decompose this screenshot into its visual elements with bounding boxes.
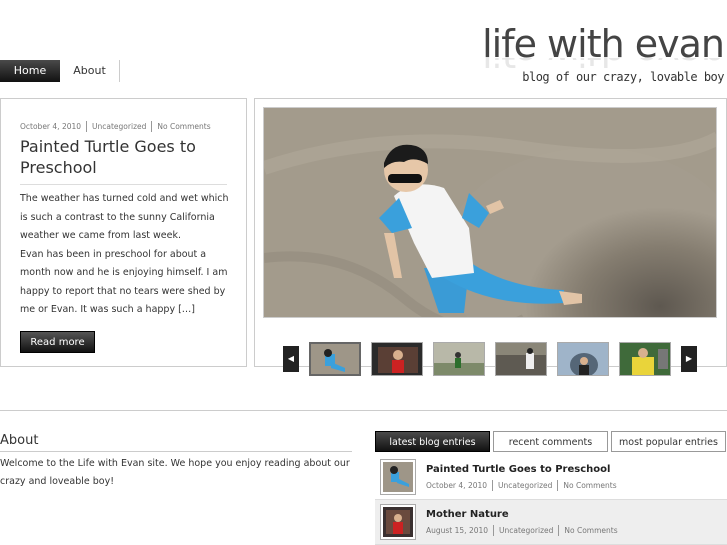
beach-photo	[264, 108, 716, 317]
entry-title-link[interactable]: Painted Turtle Goes to Preschool	[426, 464, 617, 475]
slider-main-photo[interactable]	[263, 107, 717, 318]
main-nav: Home About	[0, 60, 120, 82]
slider-next-arrow-icon[interactable]: ▶	[681, 346, 697, 372]
entry-thumbnail[interactable]	[380, 504, 416, 540]
meta-divider	[86, 121, 88, 132]
entry-category-link[interactable]: Uncategorized	[498, 481, 552, 490]
slider-thumbnail[interactable]	[371, 342, 423, 376]
about-heading: About	[0, 433, 352, 452]
slider-thumbnail[interactable]	[619, 342, 671, 376]
tab-latest-blog-entries[interactable]: latest blog entries	[375, 431, 490, 452]
entry-category-link[interactable]: Uncategorized	[499, 526, 553, 535]
entry-thumbnail[interactable]	[380, 459, 416, 495]
tab-most-popular-entries[interactable]: most popular entries	[611, 431, 726, 452]
entry-meta: August 15, 2010 Uncategorized No Comment…	[426, 524, 618, 536]
meta-divider	[558, 524, 560, 536]
entry-date: August 15, 2010	[426, 525, 489, 535]
read-more-button[interactable]: Read more	[20, 330, 95, 353]
post-comments-link[interactable]: No Comments	[157, 122, 210, 131]
photo-slider: ◀ ▶	[254, 98, 727, 376]
nav-item-about[interactable]: About	[60, 60, 120, 82]
section-divider	[0, 410, 727, 411]
slider-thumbnail[interactable]	[557, 342, 609, 376]
meta-divider	[151, 121, 153, 132]
site-logo[interactable]: life with evan life with evan blog of ou…	[482, 22, 725, 84]
featured-post: October 4, 2010 Uncategorized No Comment…	[0, 98, 247, 367]
entries-list: Painted Turtle Goes to Preschool October…	[375, 455, 727, 545]
entry-comments-link[interactable]: No Comments	[564, 526, 617, 535]
entry-meta: October 4, 2010 Uncategorized No Comment…	[426, 479, 617, 491]
meta-divider	[493, 524, 495, 536]
post-meta: October 4, 2010 Uncategorized No Comment…	[20, 121, 226, 132]
about-text: Welcome to the Life with Evan site. We h…	[0, 458, 350, 487]
entry-comments-link[interactable]: No Comments	[563, 481, 616, 490]
slider-thumbnail[interactable]	[495, 342, 547, 376]
list-item[interactable]: Painted Turtle Goes to Preschool October…	[375, 455, 727, 500]
entry-title-link[interactable]: Mother Nature	[426, 509, 618, 520]
post-category-link[interactable]: Uncategorized	[92, 122, 146, 131]
slider-prev-arrow-icon[interactable]: ◀	[283, 346, 299, 372]
thumbnail-strip: ◀ ▶	[283, 342, 697, 376]
site-title-reflection: life with evan	[482, 58, 724, 74]
slider-thumbnail[interactable]	[309, 342, 361, 376]
slider-thumbnail[interactable]	[433, 342, 485, 376]
meta-divider	[492, 479, 494, 491]
meta-divider	[557, 479, 559, 491]
list-item[interactable]: Mother Nature August 15, 2010 Uncategori…	[375, 500, 727, 545]
about-section: About Welcome to the Life with Evan site…	[0, 433, 352, 491]
post-excerpt: The weather has turned cold and wet whic…	[20, 193, 229, 315]
nav-item-home[interactable]: Home	[0, 60, 60, 82]
entry-date: October 4, 2010	[426, 480, 488, 490]
thumbnails	[309, 342, 671, 376]
tab-recent-comments[interactable]: recent comments	[493, 431, 608, 452]
entries-tabs: latest blog entries recent comments most…	[375, 431, 726, 452]
post-title-link[interactable]: Painted Turtle Goes to Preschool	[20, 136, 227, 185]
post-date: October 4, 2010	[20, 122, 82, 131]
